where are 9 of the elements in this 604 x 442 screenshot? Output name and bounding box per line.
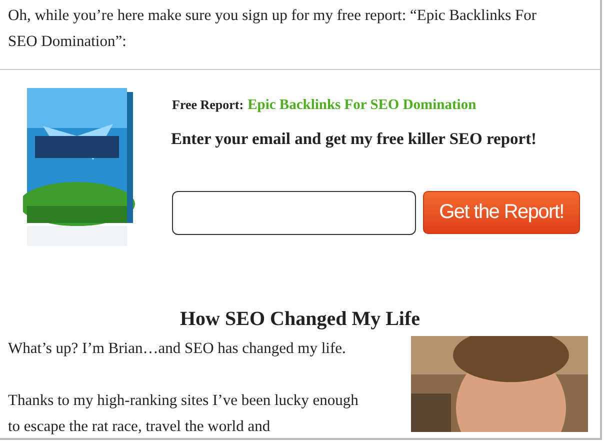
paragraph: What’s up? I’m Brian…and SEO has changed my life. bbox=[8, 339, 347, 359]
email-field[interactable] bbox=[172, 191, 416, 235]
get-report-button[interactable]: Get the Report! bbox=[423, 191, 580, 234]
headline: Enter your email and get my free killer SEO report! bbox=[171, 129, 538, 149]
paragraph: Thanks to my high-ranking sites I’ve been lucky enough to escape the rat race, travel the world and bbox=[8, 391, 360, 437]
intro-text: Oh, while you’re here make sure you sign up for my free report: “Epic Backlinks For SEO Domination”: bbox=[7, 6, 538, 52]
report-link[interactable]: Epic Backlinks For SEO Domination bbox=[248, 97, 476, 114]
section-heading: How SEO Changed My Life bbox=[178, 308, 422, 331]
label: Free Report: bbox=[172, 97, 244, 113]
